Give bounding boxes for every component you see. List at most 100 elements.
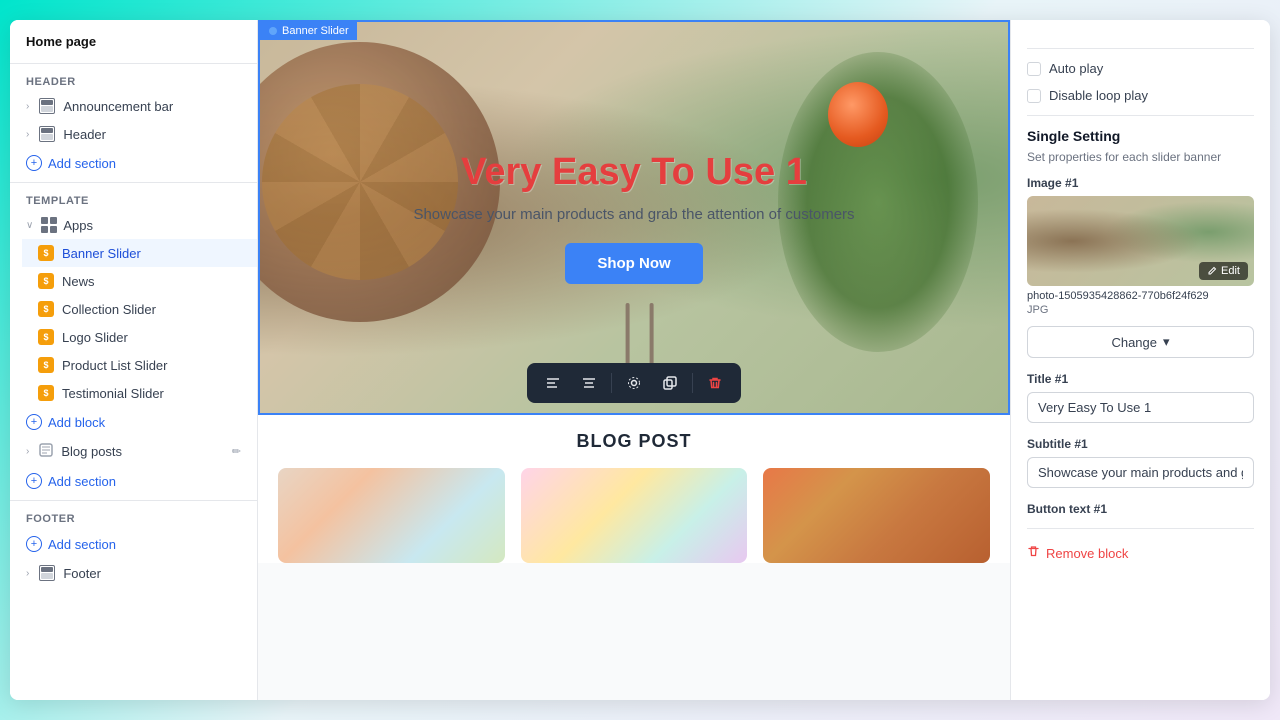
plus-icon-3: +: [26, 473, 42, 489]
toolbar-delete-btn[interactable]: [701, 369, 729, 397]
block-icon: $: [38, 301, 54, 317]
subtitle-label: Subtitle #1: [1027, 437, 1254, 451]
blog-card-2[interactable]: [521, 468, 748, 563]
blog-post-label: BLOG POST: [278, 431, 990, 452]
banner-background: Very Easy To Use 1 Showcase your main pr…: [260, 22, 1008, 413]
block-logo-slider-label: Logo Slider: [62, 330, 128, 345]
banner-text: Very Easy To Use 1 Showcase your main pr…: [413, 151, 854, 284]
image-label: Image #1: [1027, 176, 1254, 190]
auto-play-checkbox[interactable]: [1027, 62, 1041, 76]
block-product-list-slider-label: Product List Slider: [62, 358, 168, 373]
banner-slider[interactable]: Banner Slider Very Easy: [258, 20, 1010, 415]
header-label: Header: [63, 127, 106, 142]
block-testimonial-slider[interactable]: $ Testimonial Slider: [22, 379, 257, 407]
banner-title: Very Easy To Use 1: [413, 151, 854, 194]
add-section-header-btn[interactable]: + Add section: [10, 148, 257, 178]
title-label: Title #1: [1027, 372, 1254, 386]
chevron-right-icon: ›: [26, 446, 29, 457]
main-content: Banner Slider Very Easy: [258, 20, 1010, 700]
add-block-btn[interactable]: + Add block: [10, 407, 257, 437]
image-filename: photo-1505935428862-770b6f24f629: [1027, 290, 1254, 302]
sidebar: Home page Header › Announcement bar › He…: [10, 20, 258, 700]
pencil-icon[interactable]: ✏: [232, 445, 241, 458]
banner-subtitle: Showcase your main products and grab the…: [413, 206, 854, 223]
block-logo-slider[interactable]: $ Logo Slider: [22, 323, 257, 351]
template-section-label: Template: [10, 187, 257, 211]
block-icon: $: [38, 329, 54, 345]
blog-post-section: BLOG POST: [258, 415, 1010, 563]
block-testimonial-slider-label: Testimonial Slider: [62, 386, 164, 401]
plus-icon: +: [26, 155, 42, 171]
announcement-bar-label: Announcement bar: [63, 99, 173, 114]
add-block-label: Add block: [48, 415, 105, 430]
add-section-footer-label: Add section: [48, 537, 116, 552]
block-icon: $: [38, 357, 54, 373]
footer-icon: [39, 565, 55, 581]
edit-overlay-btn[interactable]: Edit: [1199, 262, 1248, 280]
chevron-down-icon: ∨: [26, 220, 33, 231]
button-text-label: Button text #1: [1027, 502, 1254, 516]
page-title: Home page: [10, 20, 257, 59]
add-section-footer-btn[interactable]: + Add section: [10, 529, 257, 559]
canvas-area: Banner Slider Very Easy: [258, 20, 1010, 563]
change-label: Change: [1111, 335, 1157, 350]
divider-2: [1027, 528, 1254, 529]
toolbar-settings-btn[interactable]: [620, 369, 648, 397]
apple-decoration: [828, 82, 888, 147]
image-preview: Edit: [1027, 196, 1254, 286]
sidebar-item-footer[interactable]: › Footer: [10, 559, 257, 587]
change-button[interactable]: Change ▾: [1027, 326, 1254, 358]
blog-posts-left: › Blog posts: [26, 443, 122, 460]
toolbar-align-left-btn[interactable]: [539, 369, 567, 397]
block-banner-slider[interactable]: $ Banner Slider: [22, 239, 257, 267]
footer-label: Footer: [63, 566, 101, 581]
sidebar-item-announcement-bar[interactable]: › Announcement bar: [10, 92, 257, 120]
apps-blocks-container: $ Banner Slider $ News $ Collection Slid…: [10, 239, 257, 407]
disable-loop-label: Disable loop play: [1049, 88, 1148, 103]
chevron-down-icon: ▾: [1163, 334, 1170, 350]
blog-posts-row: › Blog posts ✏: [10, 437, 257, 466]
disable-loop-checkbox[interactable]: [1027, 89, 1041, 103]
plus-icon-2: +: [26, 414, 42, 430]
apps-label: Apps: [63, 218, 93, 233]
toolbar-separator-2: [692, 373, 693, 393]
chevron-right-icon: ›: [26, 129, 29, 140]
block-icon: $: [38, 245, 54, 261]
remove-block-btn[interactable]: Remove block: [1027, 541, 1254, 565]
image-format: JPG: [1027, 304, 1254, 316]
title-input[interactable]: [1027, 392, 1254, 423]
chevron-right-icon: ›: [26, 568, 29, 579]
blog-card-3[interactable]: [763, 468, 990, 563]
shop-now-button[interactable]: Shop Now: [565, 243, 702, 284]
footer-section-label: Footer: [10, 505, 257, 529]
sidebar-item-header[interactable]: › Header: [10, 120, 257, 148]
add-section-header-label: Add section: [48, 156, 116, 171]
edit-label: Edit: [1221, 265, 1240, 277]
chevron-right-icon: ›: [26, 101, 29, 112]
right-panel: Auto play Disable loop play Single Setti…: [1010, 20, 1270, 700]
block-news[interactable]: $ News: [22, 267, 257, 295]
divider-1: [1027, 115, 1254, 116]
apps-header[interactable]: ∨ Apps: [10, 211, 257, 239]
block-collection-slider[interactable]: $ Collection Slider: [22, 295, 257, 323]
floating-toolbar: [527, 363, 741, 403]
auto-play-label: Auto play: [1049, 61, 1103, 76]
single-setting-title: Single Setting: [1027, 128, 1254, 144]
blog-posts-icon: [39, 443, 53, 460]
top-divider: [1027, 48, 1254, 49]
toolbar-separator: [611, 373, 612, 393]
blog-card-1[interactable]: [278, 468, 505, 563]
block-collection-slider-label: Collection Slider: [62, 302, 156, 317]
block-product-list-slider[interactable]: $ Product List Slider: [22, 351, 257, 379]
toolbar-duplicate-btn[interactable]: [656, 369, 684, 397]
subtitle-input[interactable]: [1027, 457, 1254, 488]
block-icon: $: [38, 385, 54, 401]
blog-posts-label: Blog posts: [61, 444, 122, 459]
toolbar-align-center-btn[interactable]: [575, 369, 603, 397]
add-section-template-btn[interactable]: + Add section: [10, 466, 257, 496]
banner-slider-label: Banner Slider: [260, 22, 357, 40]
single-setting-desc: Set properties for each slider banner: [1027, 150, 1254, 164]
trash-icon: [1027, 545, 1040, 561]
add-section-template-label: Add section: [48, 474, 116, 489]
block-banner-slider-label: Banner Slider: [62, 246, 141, 261]
